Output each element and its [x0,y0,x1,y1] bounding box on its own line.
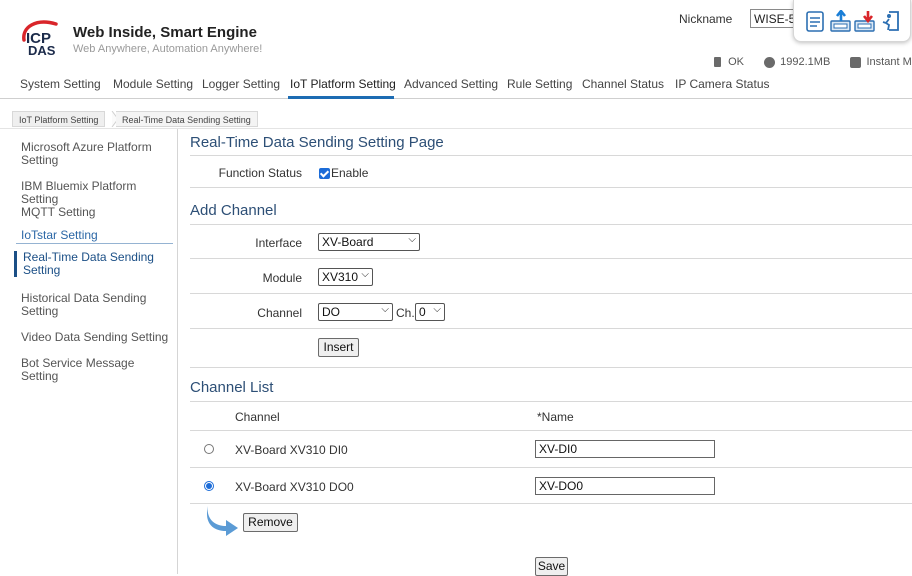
module-label: Module [190,271,302,285]
row-name-input[interactable] [535,477,715,495]
brand-title: Web Inside, Smart Engine [73,24,257,41]
divider [190,258,912,259]
add-channel-title: Add Channel [190,202,277,219]
memory-value: 1992.1MB [780,56,830,68]
header: ICP DAS Web Inside, Smart Engine Web Any… [0,0,912,100]
ch-select[interactable]: 0 ⌵ [415,303,445,321]
save-button[interactable]: Save [535,557,568,576]
instant-message-link[interactable]: Instant Message [867,56,912,68]
chevron-down-icon: ⌵ [433,304,441,315]
download-icon[interactable] [854,10,876,32]
sidebar-item-historical-data[interactable]: Historical Data Sending Setting [21,292,173,318]
status-row: OK 1992.1MB Instant Message [714,56,912,68]
sidebar: Microsoft Azure Platform Setting IBM Blu… [0,129,178,574]
divider [190,187,912,188]
insert-button[interactable]: Insert [318,338,359,357]
enable-checkbox[interactable] [319,168,330,179]
breadcrumb-item-realtime[interactable]: Real-Time Data Sending Setting [116,111,258,127]
curved-arrow-icon [204,504,240,536]
row-channel: XV-Board XV310 DI0 [235,443,348,457]
sidebar-item-realtime-data[interactable]: Real-Time Data Sending Setting [14,251,164,277]
sidebar-divider [16,243,173,244]
divider [190,467,912,468]
nav-ip-camera-status[interactable]: IP Camera Status [675,77,770,91]
brand-subtitle: Web Anywhere, Automation Anywhere! [73,43,262,55]
chevron-down-icon: ⌵ [381,304,389,315]
channel-select[interactable]: DO ⌵ [318,303,393,321]
remove-button[interactable]: Remove [243,513,298,532]
ch-value: 0 [419,305,426,319]
divider [190,155,912,156]
module-value: XV310 [322,270,358,284]
page-title: Real-Time Data Sending Setting Page [190,134,444,151]
nav-active-indicator [288,96,394,99]
channel-label: Channel [190,306,302,320]
status-ok: OK [728,56,744,68]
row-channel: XV-Board XV310 DO0 [235,480,354,494]
row-select-radio[interactable] [204,481,214,491]
divider [190,293,912,294]
nickname-label: Nickname [679,12,732,26]
sidebar-item-iotstar[interactable]: IoTstar Setting [21,229,173,242]
message-icon[interactable] [850,57,861,68]
row-select-radio[interactable] [204,444,214,454]
interface-select[interactable]: XV-Board ⌵ [318,233,420,251]
divider [190,503,912,504]
nav-system-setting[interactable]: System Setting [20,77,101,91]
sidebar-item-mqtt[interactable]: MQTT Setting [21,206,173,219]
nav-channel-status[interactable]: Channel Status [582,77,664,91]
nav-iot-platform-setting[interactable]: IoT Platform Setting [290,77,396,91]
row-name-input[interactable] [535,440,715,458]
sidebar-item-ibm-bluemix[interactable]: IBM Bluemix Platform Setting [21,180,173,206]
document-icon[interactable] [804,10,826,32]
chevron-down-icon: ⌵ [408,234,416,245]
chevron-down-icon: ⌵ [361,269,369,280]
sidebar-item-video-data[interactable]: Video Data Sending Setting [21,331,173,344]
divider [190,224,912,225]
logout-icon[interactable] [880,10,902,32]
nav-module-setting[interactable]: Module Setting [113,77,193,91]
toolbar [793,0,911,42]
sidebar-item-bot-service[interactable]: Bot Service Message Setting [21,357,173,383]
logo-text-bottom: DAS [28,43,56,56]
nav-advanced-setting[interactable]: Advanced Setting [404,77,498,91]
channel-value: DO [322,305,340,319]
nav-divider [0,98,912,99]
channel-list-title: Channel List [190,379,273,396]
breadcrumb-item-iot-platform[interactable]: IoT Platform Setting [12,111,105,127]
ch-label: Ch. [396,306,415,320]
divider [190,367,912,368]
icpdas-logo: ICP DAS [18,18,70,56]
top-nav: System Setting Module Setting Logger Set… [0,74,912,96]
divider [190,328,912,329]
module-select[interactable]: XV310 ⌵ [318,268,373,286]
sidebar-item-azure[interactable]: Microsoft Azure Platform Setting [21,141,173,167]
battery-icon [714,57,721,67]
memory-icon [764,57,775,68]
function-status-label: Function Status [190,166,302,180]
column-header-channel: Channel [235,410,280,424]
divider [190,401,912,402]
interface-value: XV-Board [322,235,373,249]
divider [190,430,912,431]
interface-label: Interface [190,236,302,250]
column-header-name: *Name [537,410,574,424]
nav-logger-setting[interactable]: Logger Setting [202,77,280,91]
nav-rule-setting[interactable]: Rule Setting [507,77,572,91]
upload-icon[interactable] [830,10,852,32]
enable-label: Enable [331,166,368,180]
